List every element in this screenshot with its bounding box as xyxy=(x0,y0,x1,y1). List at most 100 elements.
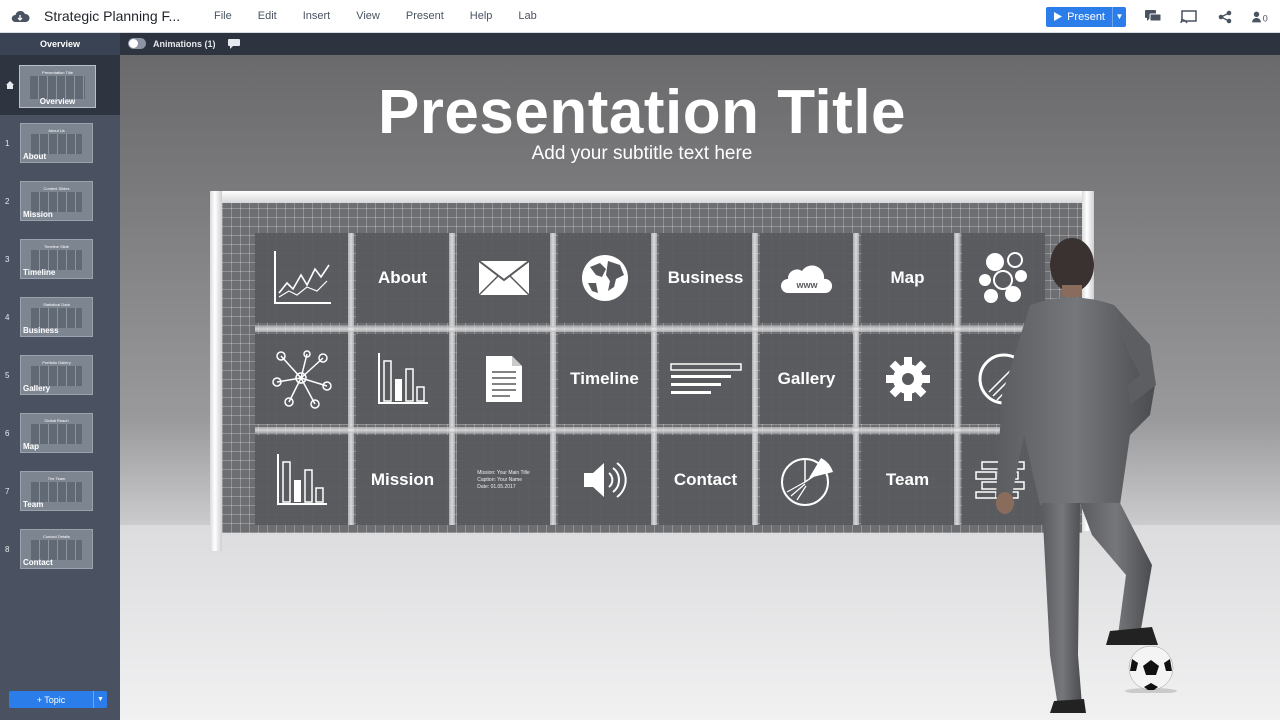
grid-divider xyxy=(348,233,354,525)
thumb-graphic xyxy=(31,424,82,444)
topic-map-label: Map xyxy=(890,268,925,287)
topic-bar-chart-2[interactable] xyxy=(255,435,348,525)
topic-bar-chart[interactable] xyxy=(356,334,449,424)
topic-www[interactable]: www xyxy=(760,233,853,323)
sidebar-item-contact[interactable]: 8 Contact Details Contact xyxy=(0,521,120,577)
goal-crossbar xyxy=(210,191,1094,203)
thumb-title: Portfolio Gallery xyxy=(42,360,71,365)
sidebar-item-timeline[interactable]: 3 Timeline Slide Timeline xyxy=(0,231,120,287)
add-topic-button[interactable]: + Topic ▼ xyxy=(9,691,107,708)
sidebar-item-mission[interactable]: 2 Content Slides Mission xyxy=(0,173,120,229)
menu-view[interactable]: View xyxy=(356,10,380,22)
presentation-title[interactable]: Presentation Title xyxy=(120,77,1164,148)
topic-dropdown[interactable]: ▼ xyxy=(93,691,107,708)
menu-present[interactable]: Present xyxy=(406,10,444,22)
slide-number: 5 xyxy=(5,371,10,380)
menu-file[interactable]: File xyxy=(214,10,232,22)
grid-divider xyxy=(449,233,455,525)
topic-line-chart[interactable] xyxy=(255,233,348,323)
topic-pie-chart[interactable] xyxy=(760,435,853,525)
sidebar-item-business[interactable]: 4 Statistical Data Business xyxy=(0,289,120,345)
slide-thumbnail[interactable]: Content Slides Mission xyxy=(20,181,93,221)
menu-help[interactable]: Help xyxy=(470,10,493,22)
share-icon[interactable] xyxy=(1216,9,1234,25)
present-dropdown[interactable]: ▼ xyxy=(1112,6,1126,27)
slide-number: 4 xyxy=(5,313,10,322)
slide-thumbnail[interactable]: About Us About xyxy=(20,123,93,163)
thumb-label: Team xyxy=(23,500,44,509)
present-main[interactable]: Present xyxy=(1046,7,1112,27)
present-label: Present xyxy=(1067,10,1105,23)
cast-icon[interactable] xyxy=(1180,9,1198,25)
slide-thumbnail[interactable]: Portfolio Gallery Gallery xyxy=(20,355,93,395)
comment-icon[interactable] xyxy=(228,39,240,49)
user-count-icon[interactable]: 0 xyxy=(1252,9,1270,25)
slide-number: 7 xyxy=(5,487,10,496)
animations-toggle[interactable]: Animations (1) xyxy=(128,38,216,49)
grid-divider xyxy=(954,233,960,525)
businessman-figure xyxy=(996,238,1158,713)
topic-map[interactable]: Map xyxy=(861,233,954,323)
gear-icon xyxy=(885,357,930,401)
topic-form[interactable]: Mission: Your Main Title Caption: Your N… xyxy=(457,435,550,525)
document-title[interactable]: Strategic Planning F... xyxy=(44,8,194,24)
thumb-title: Contact Details xyxy=(42,534,71,539)
toggle-switch[interactable] xyxy=(128,38,146,49)
tab-overview[interactable]: Overview xyxy=(0,33,120,55)
topic-business[interactable]: Business xyxy=(659,233,752,323)
thumb-graphic xyxy=(31,192,82,212)
topic-gallery[interactable]: Gallery xyxy=(760,334,853,424)
sidebar-item-gallery[interactable]: 5 Portfolio Gallery Gallery xyxy=(0,347,120,403)
slide-thumbnail[interactable]: Timeline Slide Timeline xyxy=(20,239,93,279)
topic-settings[interactable] xyxy=(861,334,954,424)
slide-canvas[interactable]: Presentation Title Add your subtitle tex… xyxy=(120,55,1280,720)
topic-contact[interactable]: Contact xyxy=(659,435,752,525)
grid-divider xyxy=(255,326,1045,332)
slide-thumbnail[interactable]: The Team Team xyxy=(20,471,93,511)
topic-gallery-label: Gallery xyxy=(777,369,836,388)
top-menu-bar: Strategic Planning F... File Edit Insert… xyxy=(0,0,1280,33)
thumb-graphic xyxy=(31,540,82,560)
sidebar-item-team[interactable]: 7 The Team Team xyxy=(0,463,120,519)
topic-mission[interactable]: Mission xyxy=(356,435,449,525)
topic-about[interactable]: About xyxy=(356,233,449,323)
sidebar-item-overview[interactable]: Presentation Title Overview xyxy=(0,55,120,115)
bar-chart-icon xyxy=(276,454,327,505)
overview-thumbnail[interactable]: Presentation Title Overview xyxy=(19,65,96,108)
www-cloud-icon: www xyxy=(780,265,832,293)
topic-globe[interactable] xyxy=(558,233,651,323)
slides-sidebar: Presentation Title Overview 1 About Us Abo… xyxy=(0,55,120,720)
slide-thumbnail[interactable]: Statistical Data Business xyxy=(20,297,93,337)
thumb-label: Timeline xyxy=(23,268,56,277)
presentation-subtitle[interactable]: Add your subtitle text here xyxy=(120,143,1164,165)
sidebar-item-about[interactable]: 1 About Us About xyxy=(0,115,120,171)
present-button[interactable]: Present ▼ xyxy=(1046,6,1126,27)
slide-number: 8 xyxy=(5,545,10,554)
slide-thumbnail[interactable]: Contact Details Contact xyxy=(20,529,93,569)
thumb-title: Presentation Title xyxy=(42,70,73,75)
slide-thumbnail[interactable]: Global Reach Map xyxy=(20,413,93,453)
thumb-label: Overview xyxy=(39,97,76,106)
menu-insert[interactable]: Insert xyxy=(303,10,331,22)
thumb-title: About Us xyxy=(48,128,65,133)
menu-edit[interactable]: Edit xyxy=(258,10,277,22)
topic-document[interactable] xyxy=(457,334,550,424)
topic-team[interactable]: Team xyxy=(861,435,954,525)
play-icon xyxy=(1054,12,1063,21)
form-line: Mission: Your Main Title xyxy=(477,469,530,476)
topic-network[interactable] xyxy=(255,334,348,424)
sidebar-item-map[interactable]: 6 Global Reach Map xyxy=(0,405,120,461)
menu-lab[interactable]: Lab xyxy=(518,10,536,22)
thumb-title: Timeline Slide xyxy=(44,244,69,249)
topic-audio[interactable] xyxy=(558,435,651,525)
topic-mail[interactable] xyxy=(457,233,550,323)
animations-label: Animations (1) xyxy=(153,38,216,49)
thumb-graphic xyxy=(30,76,85,99)
cloud-logo-icon[interactable] xyxy=(10,9,30,23)
topic-list[interactable] xyxy=(659,334,752,424)
thumb-title: Statistical Data xyxy=(43,302,70,307)
slide-number: 6 xyxy=(5,429,10,438)
topic-timeline[interactable]: Timeline xyxy=(558,334,651,424)
add-topic-main[interactable]: + Topic xyxy=(9,695,93,705)
chat-icon[interactable] xyxy=(1144,9,1162,25)
